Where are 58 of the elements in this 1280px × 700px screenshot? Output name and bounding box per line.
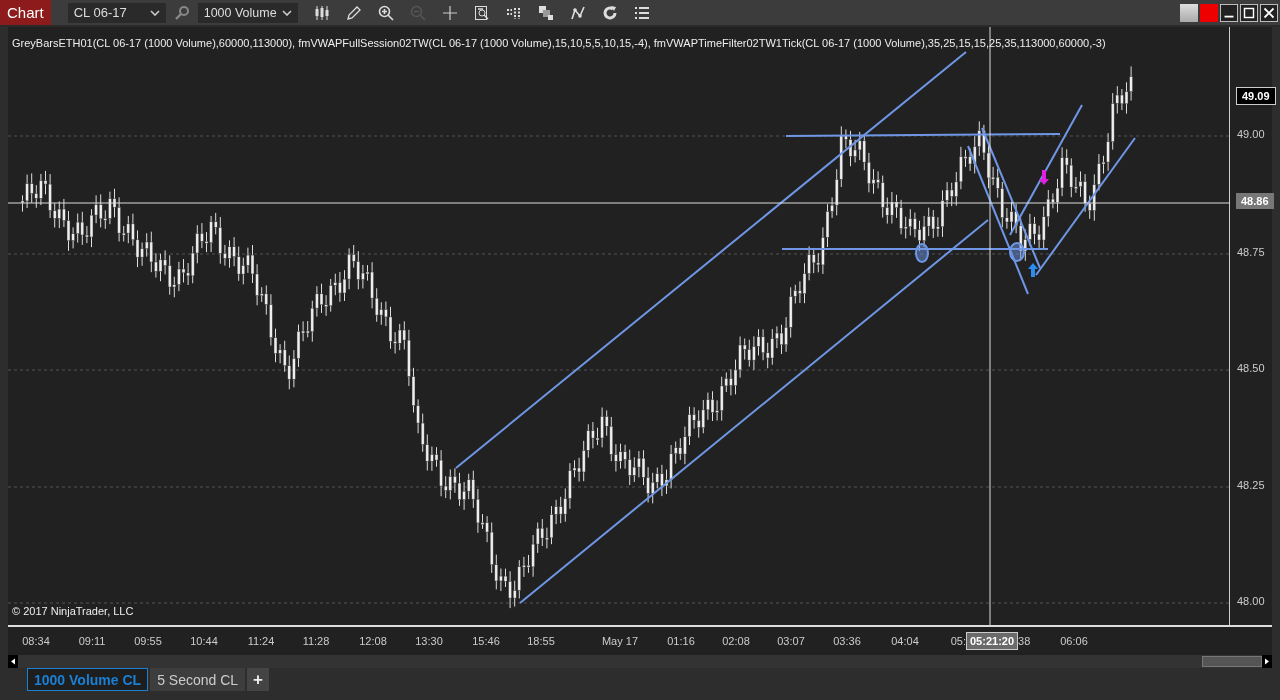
time-label: 12:08 [359, 635, 387, 647]
ellipse-marker [915, 243, 929, 263]
chevron-icon [149, 9, 160, 16]
pencil-icon[interactable] [345, 4, 362, 21]
line-graph-icon[interactable] [569, 4, 586, 21]
crosshair-time-tag: 05:21:20 [966, 632, 1019, 650]
scroll-left-button[interactable] [8, 655, 18, 668]
maximize-button[interactable] [1240, 3, 1258, 22]
link-button[interactable] [1180, 3, 1198, 22]
price-label: 48.00 [1237, 595, 1265, 607]
time-label: 08:34 [22, 635, 50, 647]
price-label: 49.00 [1237, 128, 1265, 140]
up-arrow-icon [1028, 263, 1038, 277]
time-label: 10:44 [190, 635, 218, 647]
scroll-thumb[interactable] [1202, 656, 1262, 667]
candlestick-icon[interactable] [313, 4, 330, 21]
time-label: 03:07 [777, 635, 805, 647]
interval-dropdown[interactable]: 1000 Volume [197, 2, 298, 23]
data-box-icon[interactable] [473, 4, 490, 21]
minimize-button[interactable] [1220, 3, 1238, 22]
search-icon[interactable] [173, 4, 190, 21]
price-label: 48.25 [1237, 479, 1265, 491]
chart-tab[interactable]: 5 Second CL [150, 668, 246, 691]
add-tab-button[interactable]: + [247, 668, 270, 691]
chevron-icon [281, 9, 292, 16]
down-arrow-icon [1039, 170, 1049, 185]
time-label: 04:04 [891, 635, 919, 647]
time-label: 03:36 [833, 635, 861, 647]
scroll-right-button[interactable] [1262, 655, 1272, 668]
last-price-tag: 49.09 [1236, 87, 1276, 105]
chart-tab[interactable]: 1000 Volume CL [27, 668, 149, 691]
ellipse-marker [1009, 242, 1025, 262]
close-button[interactable] [1260, 3, 1278, 22]
time-label: 09:11 [78, 635, 106, 647]
layers-icon[interactable] [537, 4, 554, 21]
price-label: 48.50 [1237, 362, 1265, 374]
instrument-dropdown[interactable]: CL 06-17 [67, 2, 166, 23]
copyright-text: © 2017 NinjaTrader, LLC [12, 605, 134, 617]
list-icon[interactable] [633, 4, 650, 21]
time-label: 05: [950, 635, 966, 647]
crosshair-icon[interactable] [441, 4, 458, 21]
refresh-icon[interactable] [601, 4, 618, 21]
price-label: 48.75 [1237, 246, 1265, 258]
crosshair-price-tag: 48.86 [1236, 193, 1274, 209]
time-label: 06:06 [1060, 635, 1088, 647]
time-label: 15:46 [472, 635, 500, 647]
time-label: 11:28 [302, 635, 330, 647]
indicator-label: GreyBarsETH01(CL 06-17 (1000 Volume),60000,113000), fmVWAPFullSession02TW(CL 06-17 (1000 Volume),15,10,5,5,10,15,-4), fmVWAPTimeFilter02TW1Tick(CL 06-17 (1000 Volume),35,25,15,15,25,35,113000,60000,-3) [12, 37, 1106, 49]
time-label: 18:55 [527, 635, 555, 647]
zoom-in-icon[interactable] [377, 4, 394, 21]
time-label: 01:16 [667, 635, 695, 647]
time-label: 13:30 [415, 635, 443, 647]
color-button[interactable] [1200, 3, 1218, 22]
chart-title: Chart [0, 0, 51, 25]
time-label: May 17 [601, 635, 639, 647]
time-label: 09:55 [134, 635, 162, 647]
time-label: 02:08 [722, 635, 750, 647]
time-label: 11:24 [247, 635, 275, 647]
